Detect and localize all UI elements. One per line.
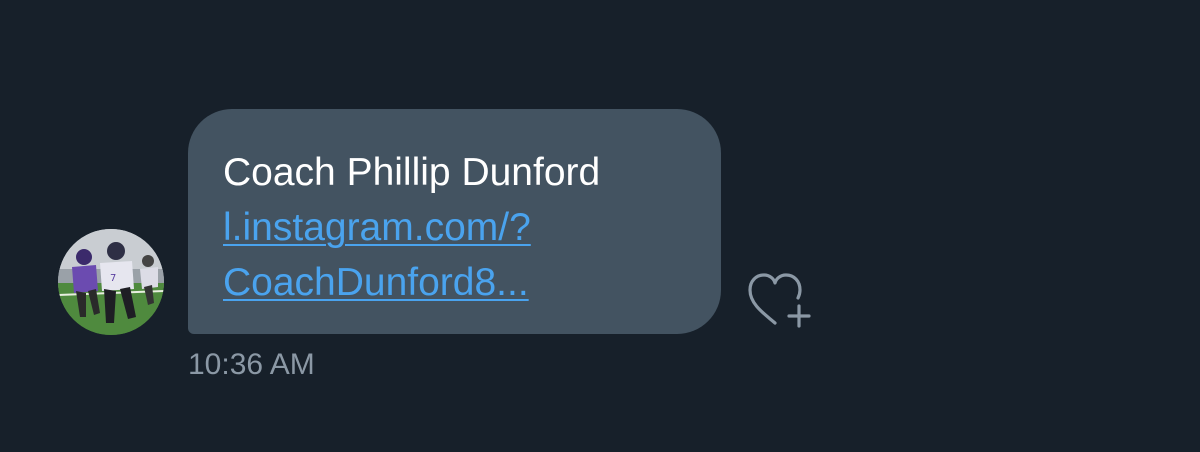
svg-text:7: 7 — [110, 273, 116, 284]
message-link[interactable]: l.instagram.com/? CoachDunford8... — [223, 200, 701, 310]
sender-avatar[interactable]: 7 — [58, 229, 164, 335]
dm-conversation: 7 Coach Phillip Dunford l.instagram.com/… — [0, 0, 1200, 452]
heart-plus-icon — [748, 273, 811, 328]
message-text: Coach Phillip Dunford — [223, 151, 601, 194]
avatar-photo: 7 — [58, 229, 164, 335]
message-bubble[interactable]: Coach Phillip Dunford l.instagram.com/? … — [188, 109, 721, 334]
add-reaction-button[interactable] — [744, 268, 814, 332]
message-timestamp: 10:36 AM — [188, 348, 315, 381]
